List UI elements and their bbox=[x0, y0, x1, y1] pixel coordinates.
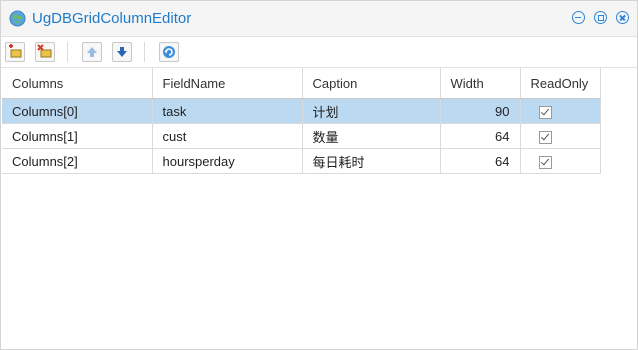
cell-columns[interactable]: Columns[1] bbox=[2, 123, 153, 149]
column-editor-window: UgDBGridColumnEditor Columns FieldName C… bbox=[0, 0, 638, 350]
cell-columns[interactable]: Columns[0] bbox=[2, 98, 153, 124]
grid-header-row: Columns FieldName Caption Width ReadOnly bbox=[2, 68, 601, 99]
refresh-icon bbox=[163, 46, 175, 58]
header-fieldname[interactable]: FieldName bbox=[152, 68, 303, 99]
cell-fieldname[interactable]: task bbox=[152, 98, 303, 124]
refresh-button[interactable] bbox=[159, 42, 179, 62]
cell-width[interactable]: 90 bbox=[440, 98, 521, 124]
cell-fieldname[interactable]: hoursperday bbox=[152, 148, 303, 174]
readonly-checkbox[interactable] bbox=[538, 155, 552, 169]
move-up-button[interactable] bbox=[82, 42, 102, 62]
cell-readonly[interactable] bbox=[520, 148, 601, 174]
move-down-icon bbox=[117, 47, 127, 57]
delete-column-button[interactable] bbox=[35, 42, 55, 62]
title-bar: UgDBGridColumnEditor bbox=[1, 1, 637, 37]
restore-button[interactable] bbox=[594, 11, 607, 24]
cell-caption[interactable]: 每日耗时 bbox=[302, 148, 441, 174]
add-column-button[interactable] bbox=[5, 42, 25, 62]
toolbar-separator bbox=[67, 42, 68, 62]
readonly-checkbox[interactable] bbox=[538, 105, 552, 119]
globe-icon bbox=[9, 10, 26, 27]
cell-columns[interactable]: Columns[2] bbox=[2, 148, 153, 174]
close-button[interactable] bbox=[616, 11, 629, 24]
table-row[interactable]: Columns[0] task 计划 90 bbox=[2, 98, 601, 124]
move-up-icon bbox=[87, 47, 97, 57]
readonly-checkbox[interactable] bbox=[538, 130, 552, 144]
toolbar-separator bbox=[144, 42, 145, 62]
cell-readonly[interactable] bbox=[520, 98, 601, 124]
table-row[interactable]: Columns[2] hoursperday 每日耗时 64 bbox=[2, 148, 601, 174]
toolbar bbox=[1, 37, 637, 68]
minimize-button[interactable] bbox=[572, 11, 585, 24]
cell-fieldname[interactable]: cust bbox=[152, 123, 303, 149]
delete-column-icon bbox=[37, 44, 52, 58]
window-title: UgDBGridColumnEditor bbox=[32, 10, 192, 27]
cell-caption[interactable]: 数量 bbox=[302, 123, 441, 149]
cell-width[interactable]: 64 bbox=[440, 123, 521, 149]
header-columns[interactable]: Columns bbox=[2, 68, 153, 99]
cell-readonly[interactable] bbox=[520, 123, 601, 149]
cell-width[interactable]: 64 bbox=[440, 148, 521, 174]
header-caption[interactable]: Caption bbox=[302, 68, 441, 99]
columns-grid: Columns FieldName Caption Width ReadOnly… bbox=[2, 68, 601, 174]
move-down-button[interactable] bbox=[112, 42, 132, 62]
cell-caption[interactable]: 计划 bbox=[302, 98, 441, 124]
table-row[interactable]: Columns[1] cust 数量 64 bbox=[2, 123, 601, 149]
header-width[interactable]: Width bbox=[440, 68, 521, 99]
add-column-icon bbox=[9, 44, 22, 58]
header-readonly[interactable]: ReadOnly bbox=[520, 68, 601, 99]
